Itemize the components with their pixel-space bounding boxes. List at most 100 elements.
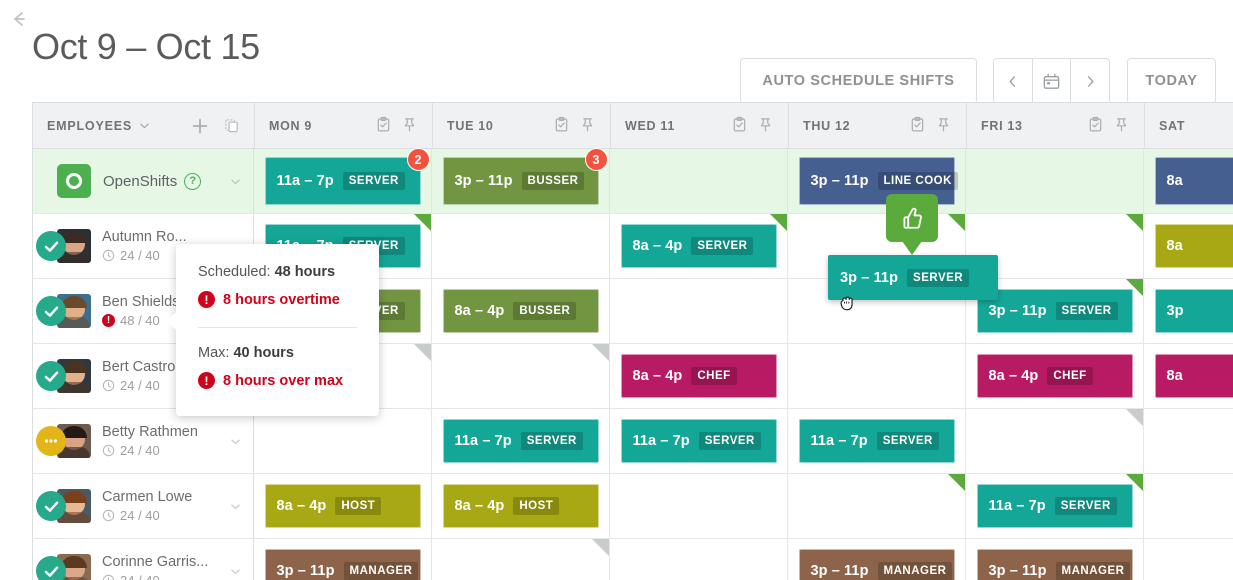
shift-block[interactable]: 11a – 7p SERVER xyxy=(620,419,777,463)
shift-block[interactable]: 11a – 7p SERVER xyxy=(442,419,599,463)
shift-cell-mon[interactable]: 8a – 4p HOST xyxy=(254,474,432,538)
shift-cell-tue[interactable]: 8a – 4p BUSSER xyxy=(432,279,610,343)
shift-cell-fri[interactable]: 11a – 7p SERVER xyxy=(966,474,1144,538)
shift-cell-mon[interactable] xyxy=(254,409,432,473)
confirmed-check-icon[interactable] xyxy=(36,556,66,580)
shift-cell-thu[interactable]: 11a – 7p SERVER xyxy=(788,409,966,473)
shift-cell-tue[interactable] xyxy=(432,214,610,278)
shift-cell-sat[interactable]: 8a xyxy=(1144,344,1233,408)
pending-status-icon[interactable] xyxy=(36,426,66,456)
pin-icon[interactable] xyxy=(579,116,596,136)
unavailable-corner-icon xyxy=(592,344,609,361)
shift-cell-thu[interactable] xyxy=(788,344,966,408)
shift-cell-tue[interactable]: 11a – 7p SERVER xyxy=(432,409,610,473)
shift-cell-sat[interactable] xyxy=(1144,409,1233,473)
shift-cell-mon[interactable]: 3p – 11p MANAGER xyxy=(254,539,432,580)
clipboard-icon[interactable] xyxy=(553,116,570,136)
previous-week-button[interactable] xyxy=(994,59,1033,103)
shift-block[interactable]: 8a – 4p SERVER xyxy=(620,224,777,268)
shift-cell-tue[interactable] xyxy=(432,344,610,408)
open-shift-cell-mon[interactable]: 11a – 7p SERVER 2 xyxy=(254,148,432,213)
shift-block[interactable]: 3p – 11p BUSSER 3 xyxy=(442,148,608,205)
shift-cell-sat[interactable] xyxy=(1144,474,1233,538)
next-week-button[interactable] xyxy=(1071,59,1109,103)
shift-cell-sat[interactable]: 3p xyxy=(1144,279,1233,343)
chevron-down-icon[interactable] xyxy=(230,436,241,447)
shift-block[interactable]: 11a – 7p SERVER xyxy=(798,419,955,463)
pin-icon[interactable] xyxy=(1113,116,1130,136)
shift-time: 3p – 11p xyxy=(810,173,869,189)
employee-cell[interactable]: Corinne Garris... 24 / 40 xyxy=(32,539,254,580)
help-icon[interactable]: ? xyxy=(184,172,202,190)
shift-block[interactable]: 8a – 4p HOST xyxy=(442,484,599,528)
hours-tooltip: Scheduled: 48 hours ! 8 hours overtime M… xyxy=(167,244,379,416)
shift-time: 8a – 4p xyxy=(454,498,505,514)
calendar-icon[interactable] xyxy=(1033,59,1072,103)
shift-cell-wed[interactable] xyxy=(610,474,788,538)
shift-count-badge[interactable]: 3 xyxy=(584,148,608,171)
shift-cell-wed[interactable]: 8a – 4p CHEF xyxy=(610,344,788,408)
open-shift-cell-sat[interactable]: 8a xyxy=(1144,149,1233,213)
shift-cell-sat[interactable] xyxy=(1144,539,1233,580)
shift-block[interactable]: 8a xyxy=(1154,157,1233,205)
shift-block[interactable]: 3p – 11p MANAGER xyxy=(976,549,1133,580)
chevron-down-icon[interactable] xyxy=(230,176,241,187)
shift-role: CHEF xyxy=(691,367,737,385)
today-button[interactable]: TODAY xyxy=(1127,58,1216,104)
employee-cell[interactable]: Carmen Lowe 24 / 40 xyxy=(32,474,254,538)
shift-block[interactable]: 3p – 11p SERVER xyxy=(976,289,1133,333)
copy-icon[interactable] xyxy=(223,117,240,134)
employee-cell[interactable]: Betty Rathmen 24 / 40 xyxy=(32,409,254,473)
open-shift-cell-thu[interactable]: 3p – 11p LINE COOK xyxy=(788,149,966,213)
shift-cell-fri[interactable]: 8a – 4p CHEF xyxy=(966,344,1144,408)
clipboard-icon[interactable] xyxy=(731,116,748,136)
shift-cell-fri[interactable] xyxy=(966,409,1144,473)
confirmed-check-icon[interactable] xyxy=(36,296,66,326)
pin-icon[interactable] xyxy=(401,116,418,136)
shift-cell-thu[interactable] xyxy=(788,474,966,538)
chevron-down-icon[interactable] xyxy=(139,120,150,131)
add-employee-icon[interactable] xyxy=(191,117,209,135)
shift-cell-tue[interactable]: 8a – 4p HOST xyxy=(432,474,610,538)
chevron-down-icon[interactable] xyxy=(230,501,241,512)
shift-cell-wed[interactable]: 11a – 7p SERVER xyxy=(610,409,788,473)
confirmed-check-icon[interactable] xyxy=(36,361,66,391)
shift-block[interactable]: 8a – 4p CHEF xyxy=(620,354,777,398)
shift-block[interactable]: 8a xyxy=(1154,354,1233,398)
shift-cell-wed[interactable] xyxy=(610,539,788,580)
shift-block[interactable]: 3p – 11p MANAGER xyxy=(798,549,955,580)
pin-icon[interactable] xyxy=(935,116,952,136)
shift-block[interactable]: 3p xyxy=(1154,289,1233,333)
pin-icon[interactable] xyxy=(757,116,774,136)
open-shift-cell-tue[interactable]: 3p – 11p BUSSER 3 xyxy=(432,148,610,213)
shift-block[interactable]: 8a – 4p HOST xyxy=(264,484,421,528)
confirmed-check-icon[interactable] xyxy=(36,231,66,261)
confirmed-check-icon[interactable] xyxy=(36,491,66,521)
employee-name: Corinne Garris... xyxy=(102,554,209,570)
open-shifts-cell[interactable]: OpenShifts ? xyxy=(32,149,254,213)
shift-cell-thu[interactable]: 3p – 11p MANAGER xyxy=(788,539,966,580)
shift-block[interactable]: 8a – 4p BUSSER xyxy=(442,289,599,333)
chevron-down-icon[interactable] xyxy=(230,566,241,577)
shift-cell-tue[interactable] xyxy=(432,539,610,580)
shift-role: SERVER xyxy=(698,432,761,450)
shift-block[interactable]: 8a xyxy=(1154,224,1233,268)
shift-time: 8a xyxy=(1166,238,1183,254)
shift-cell-wed[interactable]: 8a – 4p SERVER xyxy=(610,214,788,278)
clipboard-icon[interactable] xyxy=(375,116,392,136)
clipboard-icon[interactable] xyxy=(1087,116,1104,136)
shift-block[interactable]: 3p – 11p MANAGER xyxy=(264,549,421,580)
shift-block[interactable]: 8a – 4p CHEF xyxy=(976,354,1133,398)
employee-row: Corinne Garris...24 / 40 3p – 11pMANAGER 3… xyxy=(32,539,1233,580)
clipboard-icon[interactable] xyxy=(909,116,926,136)
tooltip-overtime-text: 8 hours overtime xyxy=(223,291,340,308)
auto-schedule-shifts-button[interactable]: AUTO SCHEDULE SHIFTS xyxy=(740,58,977,104)
shift-block[interactable]: 11a – 7p SERVER xyxy=(976,484,1133,528)
shift-block[interactable]: 11a – 7p SERVER 2 xyxy=(264,148,430,205)
shift-cell-sat[interactable]: 8a xyxy=(1144,214,1233,278)
open-shift-cell-fri[interactable] xyxy=(966,149,1144,213)
shift-cell-wed[interactable] xyxy=(610,279,788,343)
shift-count-badge[interactable]: 2 xyxy=(406,148,430,171)
open-shift-cell-wed[interactable] xyxy=(610,149,788,213)
shift-cell-fri[interactable]: 3p – 11p MANAGER xyxy=(966,539,1144,580)
